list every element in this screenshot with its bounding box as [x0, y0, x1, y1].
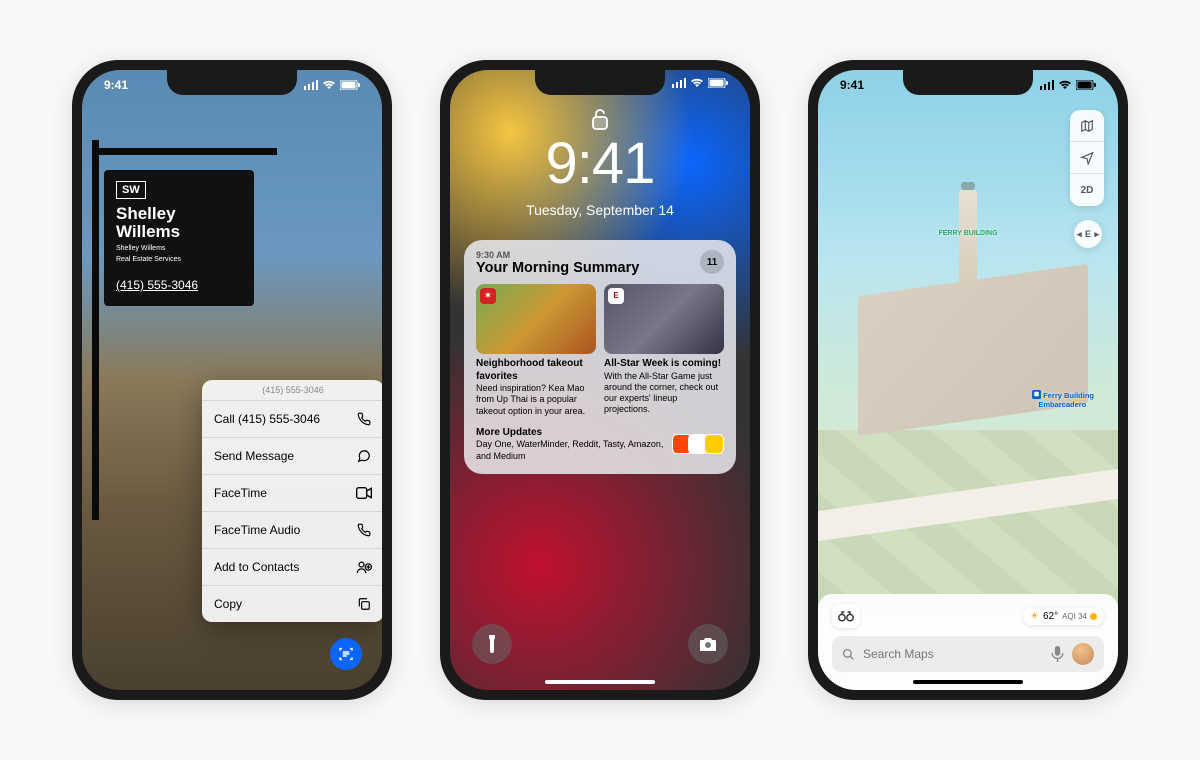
sign-sub-line1: Shelley Willems	[116, 245, 242, 253]
sign-post	[92, 140, 99, 520]
video-icon	[356, 485, 372, 501]
search-input[interactable]	[863, 647, 1043, 661]
yelp-app-icon: ✶	[480, 288, 496, 304]
menu-item-label: Send Message	[214, 449, 294, 463]
map-controls: 2D	[1070, 110, 1104, 206]
cellular-icon	[1040, 80, 1054, 90]
aqi-label: AQI 34	[1062, 612, 1087, 621]
phone-icon	[356, 522, 372, 538]
tile-1-title: Neighborhood takeout favorites	[476, 358, 596, 383]
battery-icon	[340, 80, 360, 90]
status-time: 9:41	[104, 78, 128, 92]
menu-item-label: Add to Contacts	[214, 560, 299, 574]
summary-tile-1[interactable]: ✶ Neighborhood takeout favorites Need in…	[476, 284, 596, 417]
summary-tile-2[interactable]: E All-Star Week is coming! With the All-…	[604, 284, 724, 417]
summary-title: Your Morning Summary	[476, 260, 639, 276]
lock-time: 9:41	[450, 130, 750, 197]
wifi-icon	[690, 78, 704, 88]
home-indicator[interactable]	[913, 680, 1023, 684]
more-updates-title: More Updates	[476, 427, 668, 440]
phone-icon	[356, 411, 372, 427]
lock-date: Tuesday, September 14	[450, 202, 750, 218]
microphone-icon[interactable]	[1051, 646, 1064, 662]
live-text-button[interactable]	[330, 638, 362, 670]
profile-avatar[interactable]	[1072, 643, 1094, 665]
maps-search-bar[interactable]	[832, 636, 1104, 672]
weather-temp: 62°	[1043, 611, 1058, 622]
home-indicator[interactable]	[545, 680, 655, 684]
status-time: 9:41	[840, 78, 864, 92]
copy-icon	[356, 596, 372, 612]
summary-count-badge: 11	[700, 250, 724, 274]
menu-item-message[interactable]: Send Message	[202, 438, 382, 475]
status-indicators	[1040, 78, 1096, 92]
transit-label[interactable]: Ferry Building Embarcadero	[1032, 390, 1094, 409]
realtor-sign: SW Shelley Willems Shelley Willems Real …	[104, 170, 254, 306]
flashlight-button[interactable]	[472, 624, 512, 664]
battery-icon	[1076, 80, 1096, 90]
contact-add-icon	[356, 559, 372, 575]
map-2d-button[interactable]: 2D	[1070, 174, 1104, 206]
look-around-button[interactable]	[832, 604, 860, 628]
menu-item-label: Call (415) 555-3046	[214, 412, 320, 426]
menu-item-label: FaceTime Audio	[214, 523, 300, 537]
ferry-building-tower	[959, 190, 977, 290]
status-indicators	[672, 78, 728, 88]
menu-item-facetime[interactable]: FaceTime	[202, 475, 382, 512]
more-updates-body: Day One, WaterMinder, Reddit, Tasty, Ama…	[476, 439, 668, 462]
notification-summary-card[interactable]: 9:30 AM Your Morning Summary 11 ✶ Neighb…	[464, 240, 736, 474]
sign-arm	[92, 148, 277, 155]
map-mode-button[interactable]	[1070, 110, 1104, 142]
maps-bottom-sheet[interactable]: ☀︎ 62° AQI 34	[818, 594, 1118, 690]
more-updates-row[interactable]: More Updates Day One, WaterMinder, Reddi…	[476, 427, 724, 462]
camera-button[interactable]	[688, 624, 728, 664]
tile-1-image: ✶	[476, 284, 596, 354]
live-text-context-menu: (415) 555-3046 Call (415) 555-3046 Send …	[202, 380, 382, 622]
app-icon-generic	[704, 434, 724, 454]
maps-canvas[interactable]: 9:41 FERRY BUILDING	[818, 70, 1118, 690]
camera-photo-background: 9:41 SW Shelley Willems	[82, 70, 382, 690]
notch	[903, 69, 1033, 95]
menu-item-add-contact[interactable]: Add to Contacts	[202, 549, 382, 586]
phone-live-text: 9:41 SW Shelley Willems	[72, 60, 392, 700]
notch	[167, 69, 297, 95]
menu-item-label: Copy	[214, 597, 242, 611]
message-icon	[356, 448, 372, 464]
weather-icon: ☀︎	[1030, 611, 1039, 622]
lock-wallpaper: 9:41 Tuesday, September 14 9:30 AM Your …	[450, 70, 750, 690]
status-indicators	[304, 78, 360, 92]
search-icon	[842, 648, 855, 661]
sign-sub-line2: Real Estate Services	[116, 256, 242, 264]
wifi-icon	[322, 80, 336, 90]
battery-icon	[708, 78, 728, 88]
phone-maps: 9:41 FERRY BUILDING	[808, 60, 1128, 700]
menu-item-label: FaceTime	[214, 486, 267, 500]
cellular-icon	[304, 80, 318, 90]
compass-button[interactable]: ◂ E ▸	[1074, 220, 1102, 248]
notch	[535, 69, 665, 95]
poi-label[interactable]: FERRY BUILDING	[938, 230, 997, 237]
espn-app-icon: E	[608, 288, 624, 304]
weather-widget[interactable]: ☀︎ 62° AQI 34	[1023, 608, 1104, 625]
context-menu-header: (415) 555-3046	[202, 380, 382, 401]
sign-logo: SW	[116, 181, 146, 199]
summary-time: 9:30 AM	[476, 250, 639, 260]
sign-phone-number[interactable]: (415) 555-3046	[116, 278, 242, 292]
tile-2-title: All-Star Week is coming!	[604, 358, 724, 371]
wifi-icon	[1058, 80, 1072, 90]
more-app-icons	[676, 434, 724, 454]
menu-item-facetime-audio[interactable]: FaceTime Audio	[202, 512, 382, 549]
tile-2-body: With the All-Star Game just around the c…	[604, 371, 724, 416]
phone-lock-screen: 9:41 Tuesday, September 14 9:30 AM Your …	[440, 60, 760, 700]
tile-2-image: E	[604, 284, 724, 354]
tile-1-body: Need inspiration? Kea Mao from Up Thai i…	[476, 383, 596, 417]
sign-name-line1: Shelley	[116, 205, 242, 223]
menu-item-call[interactable]: Call (415) 555-3046	[202, 401, 382, 438]
aqi-indicator-icon	[1090, 613, 1097, 620]
locate-me-button[interactable]	[1070, 142, 1104, 174]
cellular-icon	[672, 78, 686, 88]
sign-name-line2: Willems	[116, 223, 242, 241]
menu-item-copy[interactable]: Copy	[202, 586, 382, 622]
